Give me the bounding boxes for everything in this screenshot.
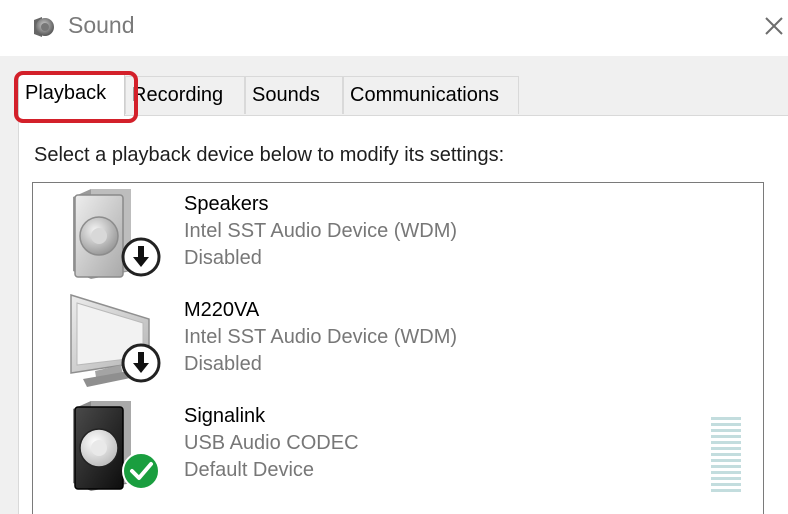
device-description: USB Audio CODEC — [184, 432, 359, 454]
meter-segment — [711, 465, 741, 468]
device-item-signalink[interactable]: Signalink USB Audio CODEC Default Device — [33, 395, 763, 499]
sound-dialog: Playback Recording Sounds Communications… — [0, 56, 788, 514]
meter-segment — [711, 417, 741, 420]
instruction-text: Select a playback device below to modify… — [34, 144, 505, 166]
meter-segment — [711, 459, 741, 462]
check-icon — [122, 452, 160, 490]
tab-label: Sounds — [252, 84, 320, 106]
arrow-down-icon — [121, 343, 161, 383]
meter-segment — [711, 453, 741, 456]
device-name: Signalink — [184, 405, 266, 427]
device-status: Disabled — [184, 353, 262, 375]
meter-segment — [711, 441, 741, 444]
device-item-m220va[interactable]: M220VA Intel SST Audio Device (WDM) Disa… — [33, 289, 763, 393]
device-description: Intel SST Audio Device (WDM) — [184, 326, 458, 348]
title-bar: Sound — [0, 0, 788, 56]
window-title: Sound — [68, 12, 135, 38]
tab-label: Communications — [350, 84, 499, 106]
device-list[interactable]: Speakers Intel SST Audio Device (WDM) Di… — [32, 182, 764, 514]
meter-segment — [711, 447, 741, 450]
meter-segment — [711, 477, 741, 480]
volume-level-meter — [711, 417, 741, 495]
tab-highlight-annotation — [14, 71, 138, 123]
meter-segment — [711, 429, 741, 432]
meter-segment — [711, 471, 741, 474]
device-item-speakers[interactable]: Speakers Intel SST Audio Device (WDM) Di… — [33, 183, 763, 287]
meter-segment — [711, 483, 741, 486]
device-description: Intel SST Audio Device (WDM) — [184, 220, 458, 242]
tab-communications[interactable]: Communications — [343, 76, 519, 114]
tab-sounds[interactable]: Sounds — [245, 76, 343, 114]
device-name: Speakers — [184, 193, 269, 215]
device-status: Disabled — [184, 247, 262, 269]
device-name: M220VA — [184, 299, 260, 321]
close-icon[interactable] — [760, 12, 788, 40]
arrow-down-icon — [121, 237, 161, 277]
meter-segment — [711, 489, 741, 492]
meter-segment — [711, 423, 741, 426]
tab-recording[interactable]: Recording — [125, 76, 245, 114]
meter-segment — [711, 435, 741, 438]
speaker-icon — [34, 17, 54, 37]
device-status: Default Device — [184, 459, 315, 481]
tab-label: Recording — [132, 84, 224, 106]
